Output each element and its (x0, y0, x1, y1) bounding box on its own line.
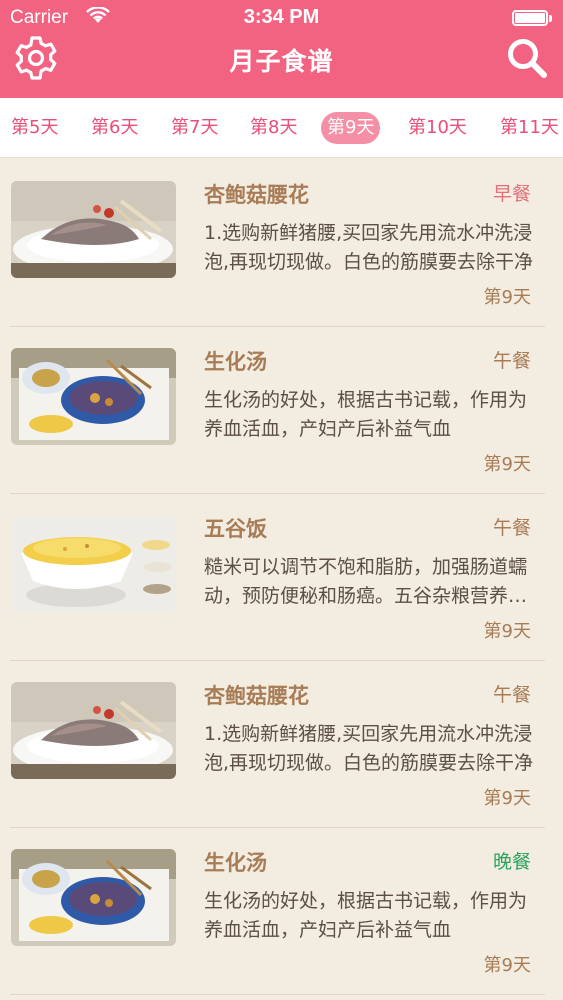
page-title: 月子食谱 (229, 47, 334, 76)
status-time: 3:34 PM (243, 6, 320, 28)
recipe-description: 糙米可以调节不饱和脂肪，加强肠道蠕动，预防便秘和肠癌。五谷杂粮营养丰富 (204, 556, 528, 607)
tab-day-6[interactable]: 第6天 (91, 112, 138, 144)
meal-type-label: 晚餐 (492, 851, 531, 873)
recipe-day-label: 第9天 (483, 955, 531, 976)
recipe-day-label: 第9天 (483, 788, 531, 809)
divider (10, 994, 545, 995)
grain-rice-image (11, 515, 176, 612)
recipe-title: 生化汤 (204, 851, 267, 875)
recipe-description: 生化汤的好处，根据古书记载，作用为养血活血，产妇产后补益气血 (204, 389, 528, 440)
meal-type-label: 午餐 (492, 350, 531, 372)
recipe-day-label: 第9天 (483, 287, 531, 308)
meal-type-label: 早餐 (492, 183, 531, 205)
meal-type-label: 午餐 (492, 684, 531, 706)
kidney-dish-image (11, 682, 176, 779)
tab-day-5[interactable]: 第5天 (11, 112, 58, 144)
recipe-title: 杏鲍菇腰花 (204, 684, 309, 708)
recipe-description: 1.选购新鲜猪腰,买回家先用流水冲洗浸泡,再现切现做。白色的筋膜要去除干净 (204, 222, 534, 273)
tab-day-11[interactable]: 第11天 (500, 112, 559, 144)
tab-day-8[interactable]: 第8天 (250, 112, 297, 144)
recipe-description: 生化汤的好处，根据古书记载，作用为养血活血，产妇产后补益气血 (204, 890, 528, 941)
tab-day-9[interactable]: 第9天 (321, 112, 381, 144)
list-item[interactable]: 杏鲍菇腰花 午餐 1.选购新鲜猪腰,买回家先用流水冲洗浸泡,再现切现做。白色的筋… (0, 660, 563, 828)
status-bar: Carrier 3:34 PM (0, 0, 563, 36)
recipe-day-label: 第9天 (483, 621, 531, 642)
herbal-soup-image (11, 348, 176, 445)
tab-day-10[interactable]: 第10天 (408, 112, 467, 144)
recipe-description: 1.选购新鲜猪腰,买回家先用流水冲洗浸泡,再现切现做。白色的筋膜要去除干净 (204, 723, 534, 774)
recipe-title: 生化汤 (204, 350, 267, 374)
recipe-title: 杏鲍菇腰花 (204, 183, 309, 207)
navigation-bar: Carrier 3:34 PM 月子食谱 (0, 0, 563, 98)
list-item[interactable]: 五谷饭 午餐 糙米可以调节不饱和脂肪，加强肠道蠕动，预防便秘和肠癌。五谷杂粮营养… (0, 493, 563, 661)
kidney-dish-image (11, 181, 176, 278)
recipe-day-label: 第9天 (483, 454, 531, 475)
list-item[interactable]: 杏鲍菇腰花 早餐 1.选购新鲜猪腰,买回家先用流水冲洗浸泡,再现切现做。白色的筋… (0, 159, 563, 327)
tab-day-7[interactable]: 第7天 (171, 112, 218, 144)
day-tab-bar: 第5天 第6天 第7天 第8天 第9天 第10天 第11天 (0, 98, 563, 158)
list-item[interactable]: 生化汤 晚餐 生化汤的好处，根据古书记载，作用为养血活血，产妇产后补益气血 第9… (0, 827, 563, 995)
herbal-soup-image (11, 849, 176, 946)
meal-type-label: 午餐 (492, 517, 531, 539)
battery-icon (512, 10, 552, 26)
recipe-title: 五谷饭 (204, 517, 267, 541)
list-item[interactable]: 生化汤 午餐 生化汤的好处，根据古书记载，作用为养血活血，产妇产后补益气血 第9… (0, 326, 563, 494)
search-icon[interactable] (505, 36, 549, 80)
